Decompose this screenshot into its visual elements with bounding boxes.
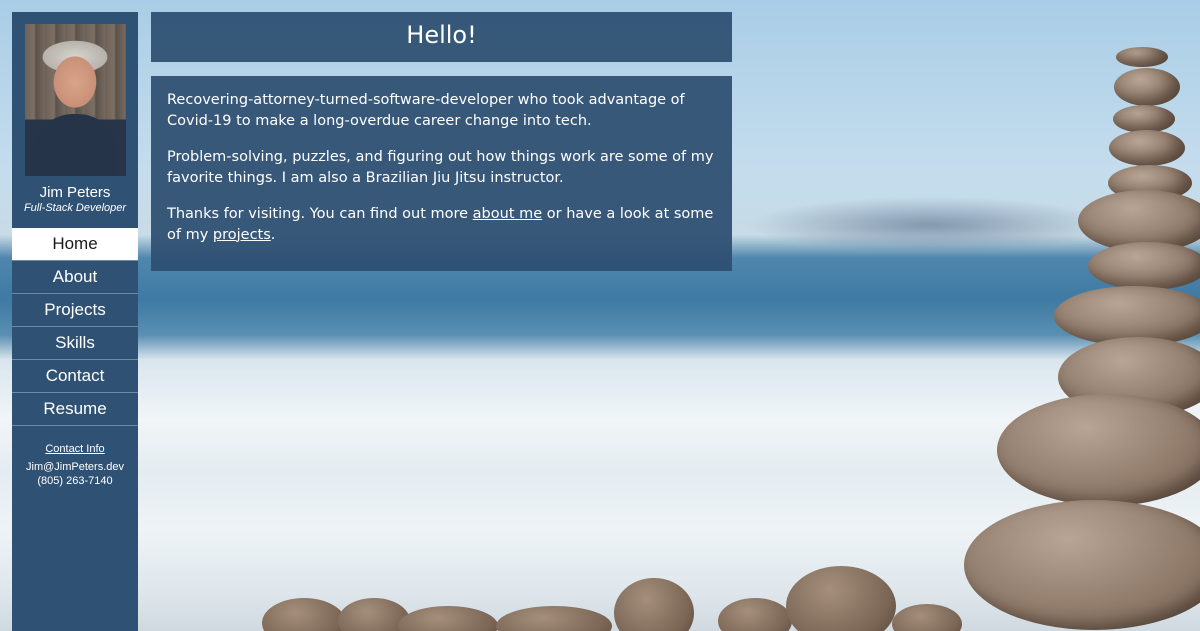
sidebar: Jim Peters Full-Stack Developer Home Abo…: [12, 12, 138, 631]
nav-item-contact[interactable]: Contact: [12, 360, 138, 393]
stone: [1113, 105, 1175, 133]
pebble: [262, 598, 346, 631]
contact-phone: (805) 263-7140: [37, 475, 113, 487]
stone: [964, 500, 1200, 630]
nav-item-home[interactable]: Home: [12, 228, 138, 261]
profile-title: Full-Stack Developer: [23, 202, 127, 214]
nav-item-resume[interactable]: Resume: [12, 393, 138, 426]
intro-panel: Recovering-attorney-turned-software-deve…: [151, 76, 732, 271]
pebble: [496, 606, 612, 631]
page-heading: Hello!: [151, 12, 732, 62]
nav-item-projects[interactable]: Projects: [12, 294, 138, 327]
stone: [1109, 130, 1185, 166]
stone: [1088, 242, 1200, 290]
pebble: [614, 578, 694, 631]
about-me-link[interactable]: about me: [473, 206, 543, 222]
avatar-shirt: [33, 114, 118, 176]
main-nav: Home About Projects Skills Contact Resum…: [12, 228, 138, 426]
intro-paragraph-1: Recovering-attorney-turned-software-deve…: [167, 92, 685, 129]
projects-link[interactable]: projects: [213, 227, 271, 243]
pebble: [786, 566, 896, 631]
profile-name: Jim Peters: [39, 184, 111, 201]
intro-text: .: [270, 226, 276, 243]
nav-item-about[interactable]: About: [12, 261, 138, 294]
stone: [997, 394, 1200, 506]
stone: [1114, 68, 1180, 106]
contact-email[interactable]: Jim@JimPeters.dev: [12, 460, 138, 474]
pebble: [718, 598, 792, 631]
intro-paragraph-3: Thanks for visiting. You can find out mo…: [167, 204, 716, 245]
avatar: [25, 24, 126, 176]
contact-heading[interactable]: Contact Info: [12, 442, 138, 456]
pebble: [398, 606, 498, 631]
contact-info: Contact Info Jim@JimPeters.dev (805) 263…: [12, 442, 138, 488]
pebble: [892, 604, 962, 631]
intro-text: Thanks for visiting. You can find out mo…: [167, 206, 473, 222]
stone: [1116, 47, 1168, 67]
intro-paragraph-2: Problem-solving, puzzles, and figuring o…: [167, 149, 714, 186]
nav-item-skills[interactable]: Skills: [12, 327, 138, 360]
